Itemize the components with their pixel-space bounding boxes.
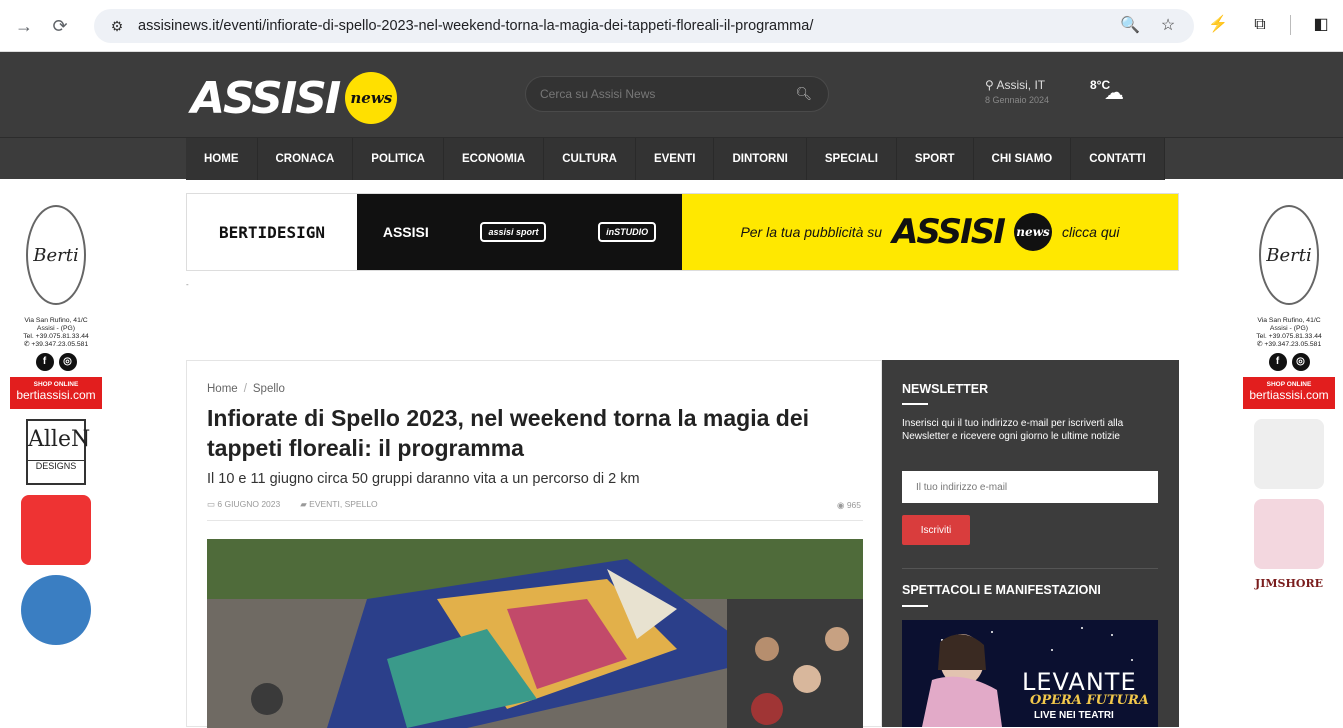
search-input[interactable]: [540, 77, 780, 111]
nav-contatti[interactable]: CONTATTI: [1071, 138, 1165, 180]
product-image-figurine[interactable]: [1254, 419, 1324, 489]
publish-date: ▭ 6 GIUGNO 2023: [207, 499, 281, 509]
nav-speciali[interactable]: SPECIALI: [807, 138, 897, 180]
berti-logo: Berti: [26, 205, 86, 305]
eye-icon: ◉: [837, 500, 847, 510]
article-photo-infiorata[interactable]: [207, 539, 863, 728]
right-side-ad[interactable]: Berti Via San Rufino, 41/C Assisi - (PG)…: [1239, 195, 1339, 727]
levante-title: LEVANTE: [1022, 668, 1137, 696]
facebook-icon[interactable]: f: [1268, 353, 1287, 371]
newsletter-description: Inserisci qui il tuo indirizzo e-mail pe…: [902, 418, 1124, 442]
instagram-icon[interactable]: ◎: [1291, 353, 1310, 371]
levante-concert-ad[interactable]: LEVANTE OPERA FUTURA LIVE NEI TEATRI: [902, 620, 1158, 727]
site-info-icon[interactable]: ⚙: [104, 13, 130, 39]
instudio-logo: inSTUDIO: [598, 222, 657, 242]
nav-chi-siamo[interactable]: CHI SIAMO: [974, 138, 1072, 180]
sidebar-divider: [902, 568, 1158, 569]
bertidesign-logo: BERTIDESIGN: [187, 194, 357, 270]
search-box: 🔍︎: [525, 76, 829, 112]
browser-toolbar: → ⟳ ⚙ assisinews.it/eventi/infiorate-di-…: [0, 0, 1343, 52]
address-bar[interactable]: ⚙ assisinews.it/eventi/infiorate-di-spel…: [94, 9, 1194, 43]
berti-logo-right: Berti: [1259, 205, 1319, 305]
article-card: Home / Spello Infiorate di Spello 2023, ne…: [186, 360, 882, 728]
bookmark-star-icon[interactable]: ☆: [1156, 14, 1180, 38]
assisi-logo-small: ASSISI: [382, 224, 429, 240]
subscribe-button[interactable]: Iscriviti: [902, 515, 970, 545]
berti-address-right: Via San Rufino, 41/C Assisi - (PG) Tel. …: [1256, 317, 1322, 348]
breadcrumb-home[interactable]: Home: [207, 383, 238, 395]
breadcrumb: Home / Spello: [207, 383, 285, 395]
folder-icon: ▰: [300, 499, 310, 509]
events-heading: SPETTACOLI E MANIFESTAZIONI: [902, 583, 1101, 597]
article-title: Infiorate di Spello 2023, nel weekend to…: [207, 405, 810, 461]
partner-logos: ASSISI assisi sport inSTUDIO: [357, 194, 682, 270]
instagram-icon[interactable]: ◎: [58, 353, 77, 371]
left-side-ad[interactable]: Berti Via San Rufino, 41/C Assisi - (PG)…: [6, 195, 106, 727]
nav-sport[interactable]: SPORT: [897, 138, 974, 180]
top-banner-ad[interactable]: BERTIDESIGN ASSISI assisi sport inSTUDIO…: [186, 193, 1179, 271]
logo-news-badge: news: [345, 72, 398, 124]
jimshore-logo: JIMSHORE: [1255, 577, 1323, 590]
banner-caption-mark: -: [186, 280, 189, 289]
view-count: ◉ 965: [837, 500, 861, 510]
breadcrumb-category[interactable]: Spello: [253, 383, 285, 395]
facebook-icon[interactable]: f: [35, 353, 54, 371]
logo-wordmark: ASSISI: [191, 72, 341, 124]
search-icon[interactable]: 🔍︎: [795, 86, 812, 102]
events-heading-underline: [902, 605, 928, 607]
newsletter-heading: NEWSLETTER: [902, 382, 989, 396]
article-subtitle: Il 10 e 11 giugno circa 50 gruppi darann…: [207, 471, 640, 487]
nav-home[interactable]: HOME: [186, 138, 258, 180]
allen-designs-logo: AlleN DESIGNS: [26, 419, 90, 485]
nav-economia[interactable]: ECONOMIA: [444, 138, 545, 180]
sidebar: NEWSLETTER Inserisci qui il tuo indirizz…: [882, 360, 1179, 727]
promo-news-badge: news: [1013, 213, 1052, 251]
email-field[interactable]: [902, 471, 1158, 503]
extensions-puzzle-icon[interactable]: ⧉: [1248, 13, 1272, 37]
main-nav: HOME CRONACA POLITICA ECONOMIA CULTURA E…: [0, 137, 1343, 180]
shop-online-button[interactable]: SHOP ONLINE bertiassisi.com: [10, 377, 102, 409]
advertise-promo: Per la tua pubblicità su ASSISI news cli…: [682, 194, 1178, 270]
article-meta: ▭ 6 GIUGNO 2023 ▰ EVENTI, SPELLO ◉ 965: [207, 499, 863, 521]
promo-text: Per la tua pubblicità su: [740, 224, 883, 240]
main-menu: HOME CRONACA POLITICA ECONOMIA CULTURA E…: [186, 138, 1165, 180]
product-image-ornament[interactable]: [21, 575, 91, 645]
newsletter-heading-underline: [902, 403, 928, 405]
shop-online-button-right[interactable]: SHOP ONLINE bertiassisi.com: [1243, 377, 1335, 409]
levante-subtitle: OPERA FUTURA: [1030, 693, 1149, 708]
calendar-icon: ▭: [207, 499, 218, 509]
nav-cronaca[interactable]: CRONACA: [258, 138, 354, 180]
promo-cta: clicca qui: [1061, 224, 1120, 240]
url-text[interactable]: assisinews.it/eventi/infiorate-di-spello…: [138, 18, 813, 34]
promo-logo: ASSISI: [892, 212, 1006, 252]
social-icons: f ◎: [6, 353, 106, 371]
current-date: 8 Gennaio 2024: [985, 95, 1050, 105]
reload-icon[interactable]: ⟳: [48, 14, 72, 38]
nav-eventi[interactable]: EVENTI: [636, 138, 715, 180]
location-pin-icon: ⚲: [985, 78, 997, 92]
product-image-heart-figurine[interactable]: [1254, 499, 1324, 569]
nav-cultura[interactable]: CULTURA: [544, 138, 636, 180]
weather-widget: ⚲ Assisi, IT 8 Gennaio 2024: [985, 78, 1049, 105]
levante-tour-label: LIVE NEI TEATRI: [1034, 710, 1114, 721]
site-logo[interactable]: ASSISI news: [191, 72, 398, 124]
zoom-icon[interactable]: 🔍: [1118, 14, 1142, 38]
site-header: ASSISI news 🔍︎ ⚲ Assisi, IT 8 Gennaio 20…: [0, 52, 1343, 137]
cloud-icon: ☁: [1104, 82, 1124, 104]
social-icons-right: f ◎: [1239, 353, 1339, 371]
toolbar-divider: [1290, 15, 1291, 35]
product-image-mug[interactable]: [21, 495, 91, 565]
nav-dintorni[interactable]: DINTORNI: [714, 138, 807, 180]
assisi-sport-logo: assisi sport: [480, 222, 547, 242]
weather-location: ⚲ Assisi, IT: [985, 78, 1046, 92]
side-panel-icon[interactable]: ◧: [1309, 13, 1333, 37]
nav-politica[interactable]: POLITICA: [353, 138, 444, 180]
breadcrumb-separator: /: [243, 383, 247, 395]
extension-bolt-icon[interactable]: ⚡: [1206, 13, 1230, 37]
article-categories[interactable]: ▰ EVENTI, SPELLO: [300, 499, 377, 510]
forward-icon[interactable]: →: [12, 14, 36, 38]
berti-address: Via San Rufino, 41/C Assisi - (PG) Tel. …: [23, 317, 89, 348]
